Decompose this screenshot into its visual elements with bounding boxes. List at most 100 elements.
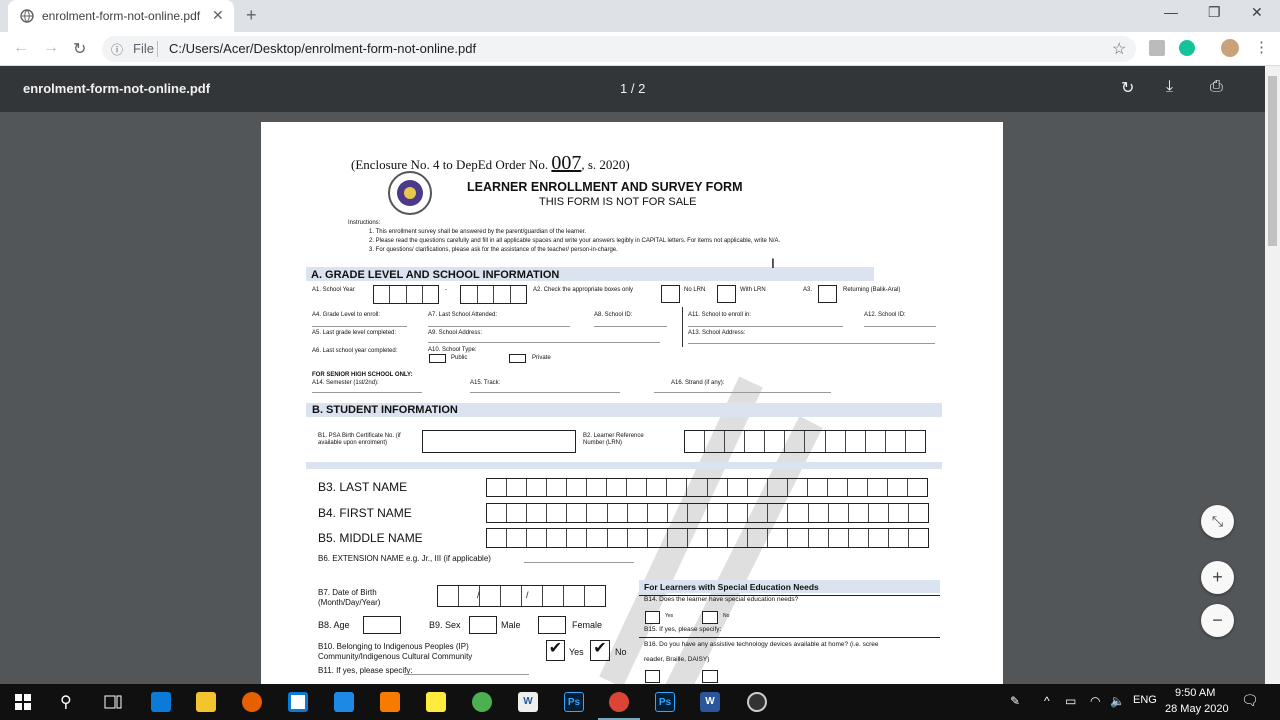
- lrn-input[interactable]: [684, 430, 926, 453]
- language-indicator[interactable]: ENG: [1133, 694, 1157, 706]
- a9-label: A9. School Address:: [428, 330, 483, 336]
- b2-label: B2. Learner Reference: [583, 433, 644, 439]
- assistive-yes-checkbox[interactable]: [645, 670, 660, 683]
- band: [306, 462, 942, 469]
- rotate-icon[interactable]: ↻: [1121, 78, 1134, 98]
- bookmark-star-icon[interactable]: ☆: [1112, 39, 1126, 59]
- task-view-icon[interactable]: [104, 694, 122, 710]
- file-explorer-icon[interactable]: [196, 692, 216, 712]
- no-label: No: [615, 647, 627, 657]
- info-icon[interactable]: ⓘ: [111, 41, 123, 58]
- line: [524, 562, 634, 563]
- edge-icon[interactable]: [151, 692, 171, 712]
- browser-tab[interactable]: enrolment-form-not-online.pdf ✕: [8, 0, 234, 32]
- middle-name-input[interactable]: [486, 528, 929, 548]
- obs-icon[interactable]: [747, 692, 767, 712]
- photoshop-icon[interactable]: Ps: [564, 692, 584, 712]
- pdf-toolbar: enrolment-form-not-online.pdf 1 / 2 ↻ ⤓ …: [0, 66, 1280, 112]
- globe-icon: [20, 9, 34, 23]
- enclosure-text: (Enclosure No. 4 to DepEd Order No.: [351, 157, 549, 172]
- zoom-out-button[interactable]: −: [1201, 604, 1234, 637]
- word-icon[interactable]: W: [700, 692, 720, 712]
- line: [594, 326, 667, 327]
- no-lrn-checkbox[interactable]: [661, 285, 680, 303]
- grammarly-icon[interactable]: [1179, 40, 1195, 56]
- zoom-in-button[interactable]: +: [1201, 561, 1234, 594]
- print-icon[interactable]: ⎙: [1210, 78, 1223, 96]
- ink-icon[interactable]: ✎: [1010, 694, 1020, 708]
- a14-label: A14. Semester (1st/2nd):: [312, 380, 379, 386]
- a12-label: A12. School ID:: [864, 312, 906, 318]
- chrome-active-icon[interactable]: [609, 692, 629, 712]
- first-name-input[interactable]: [486, 503, 929, 523]
- ip-no-checkbox[interactable]: ✔: [590, 640, 610, 661]
- windows-start-icon[interactable]: [15, 694, 31, 710]
- age-input[interactable]: [363, 616, 401, 634]
- psa-birth-cert-input[interactable]: [422, 430, 576, 453]
- forward-button[interactable]: →: [43, 39, 59, 57]
- female-checkbox[interactable]: [538, 616, 566, 634]
- b16-label-2: reader, Braille, DAISY): [644, 656, 710, 663]
- a7-label: A7. Last School Attended:: [428, 312, 498, 318]
- new-tab-button[interactable]: +: [246, 5, 257, 26]
- returning-checkbox[interactable]: [818, 285, 837, 303]
- line: [404, 674, 529, 675]
- scrollbar[interactable]: [1265, 66, 1280, 684]
- school-year-start[interactable]: [373, 285, 439, 304]
- show-hidden-icon[interactable]: ^: [1044, 694, 1050, 708]
- a13-label: A13. School Address:: [688, 330, 746, 336]
- taskbar: ⚲ W Ps Ps W ✎ ^ ▭ ◠ 🔈 ENG 9:50 AM 28 May…: [0, 684, 1280, 720]
- address-bar[interactable]: ⓘ File C:/Users/Acer/Desktop/enrolment-f…: [102, 36, 1136, 62]
- wordpad-icon[interactable]: W: [518, 692, 538, 712]
- last-name-input[interactable]: [486, 478, 928, 497]
- url-text[interactable]: C:/Users/Acer/Desktop/enrolment-form-not…: [169, 41, 476, 56]
- ip-yes-checkbox[interactable]: ✔: [546, 640, 565, 661]
- minimize-button[interactable]: —: [1164, 4, 1178, 20]
- battery-icon[interactable]: ▭: [1065, 694, 1076, 708]
- instruction-2: 2. Please read the questions carefully a…: [369, 238, 781, 244]
- public-checkbox[interactable]: [429, 354, 446, 363]
- b7-label-2: (Month/Day/Year): [318, 598, 381, 607]
- sped-no-checkbox[interactable]: [702, 611, 718, 624]
- clock-date[interactable]: 28 May 2020: [1165, 703, 1229, 715]
- sticky-notes-icon[interactable]: [426, 692, 446, 712]
- sped-title: For Learners with Special Education Need…: [644, 582, 819, 592]
- wifi-icon[interactable]: ◠: [1090, 694, 1100, 708]
- section-a-title: A. GRADE LEVEL AND SCHOOL INFORMATION: [311, 269, 560, 281]
- search-icon[interactable]: ⚲: [60, 692, 72, 712]
- with-lrn-checkbox[interactable]: [717, 285, 736, 303]
- sped-yes-label: Yes: [665, 613, 674, 619]
- male-checkbox[interactable]: [469, 616, 497, 634]
- avatar[interactable]: [1221, 39, 1239, 57]
- divider: [682, 307, 683, 347]
- scrollbar-thumb[interactable]: [1268, 76, 1277, 246]
- a2-label: A2. Check the appropriate boxes only: [533, 287, 634, 293]
- clock-time[interactable]: 9:50 AM: [1175, 687, 1215, 699]
- firefox-icon[interactable]: [242, 692, 262, 712]
- close-tab-icon[interactable]: ✕: [212, 7, 224, 24]
- back-button[interactable]: ←: [13, 39, 29, 57]
- sped-yes-checkbox[interactable]: [645, 611, 660, 624]
- enclosure-year: , s. 2020): [581, 157, 630, 172]
- notification-icon[interactable]: 🗨: [1241, 692, 1259, 709]
- menu-icon[interactable]: ⋮: [1254, 38, 1269, 56]
- volume-icon[interactable]: 🔈: [1110, 694, 1125, 708]
- b14-label: B14. Does the learner have special educa…: [644, 596, 799, 603]
- private-checkbox[interactable]: [509, 354, 526, 363]
- b6-label: B6. EXTENSION NAME e.g. Jr., III (if app…: [318, 554, 491, 563]
- assistive-no-checkbox[interactable]: [702, 670, 718, 683]
- mail-icon[interactable]: [334, 692, 354, 712]
- pdf-extension-icon[interactable]: [1149, 40, 1165, 56]
- chrome-icon[interactable]: [472, 692, 492, 712]
- fit-page-button[interactable]: ⤡: [1201, 505, 1234, 538]
- download-icon[interactable]: ⤓: [1166, 78, 1173, 96]
- store-icon[interactable]: [288, 692, 308, 712]
- reload-button[interactable]: ↻: [73, 39, 86, 59]
- photoshop-icon[interactable]: Ps: [655, 692, 675, 712]
- form-subtitle: THIS FORM IS NOT FOR SALE: [539, 196, 697, 208]
- maximize-button[interactable]: ❐: [1208, 4, 1221, 21]
- school-year-end[interactable]: [460, 285, 527, 304]
- sublime-icon[interactable]: [380, 692, 400, 712]
- date-of-birth-input[interactable]: [437, 585, 606, 607]
- window-close-button[interactable]: ✕: [1251, 4, 1263, 21]
